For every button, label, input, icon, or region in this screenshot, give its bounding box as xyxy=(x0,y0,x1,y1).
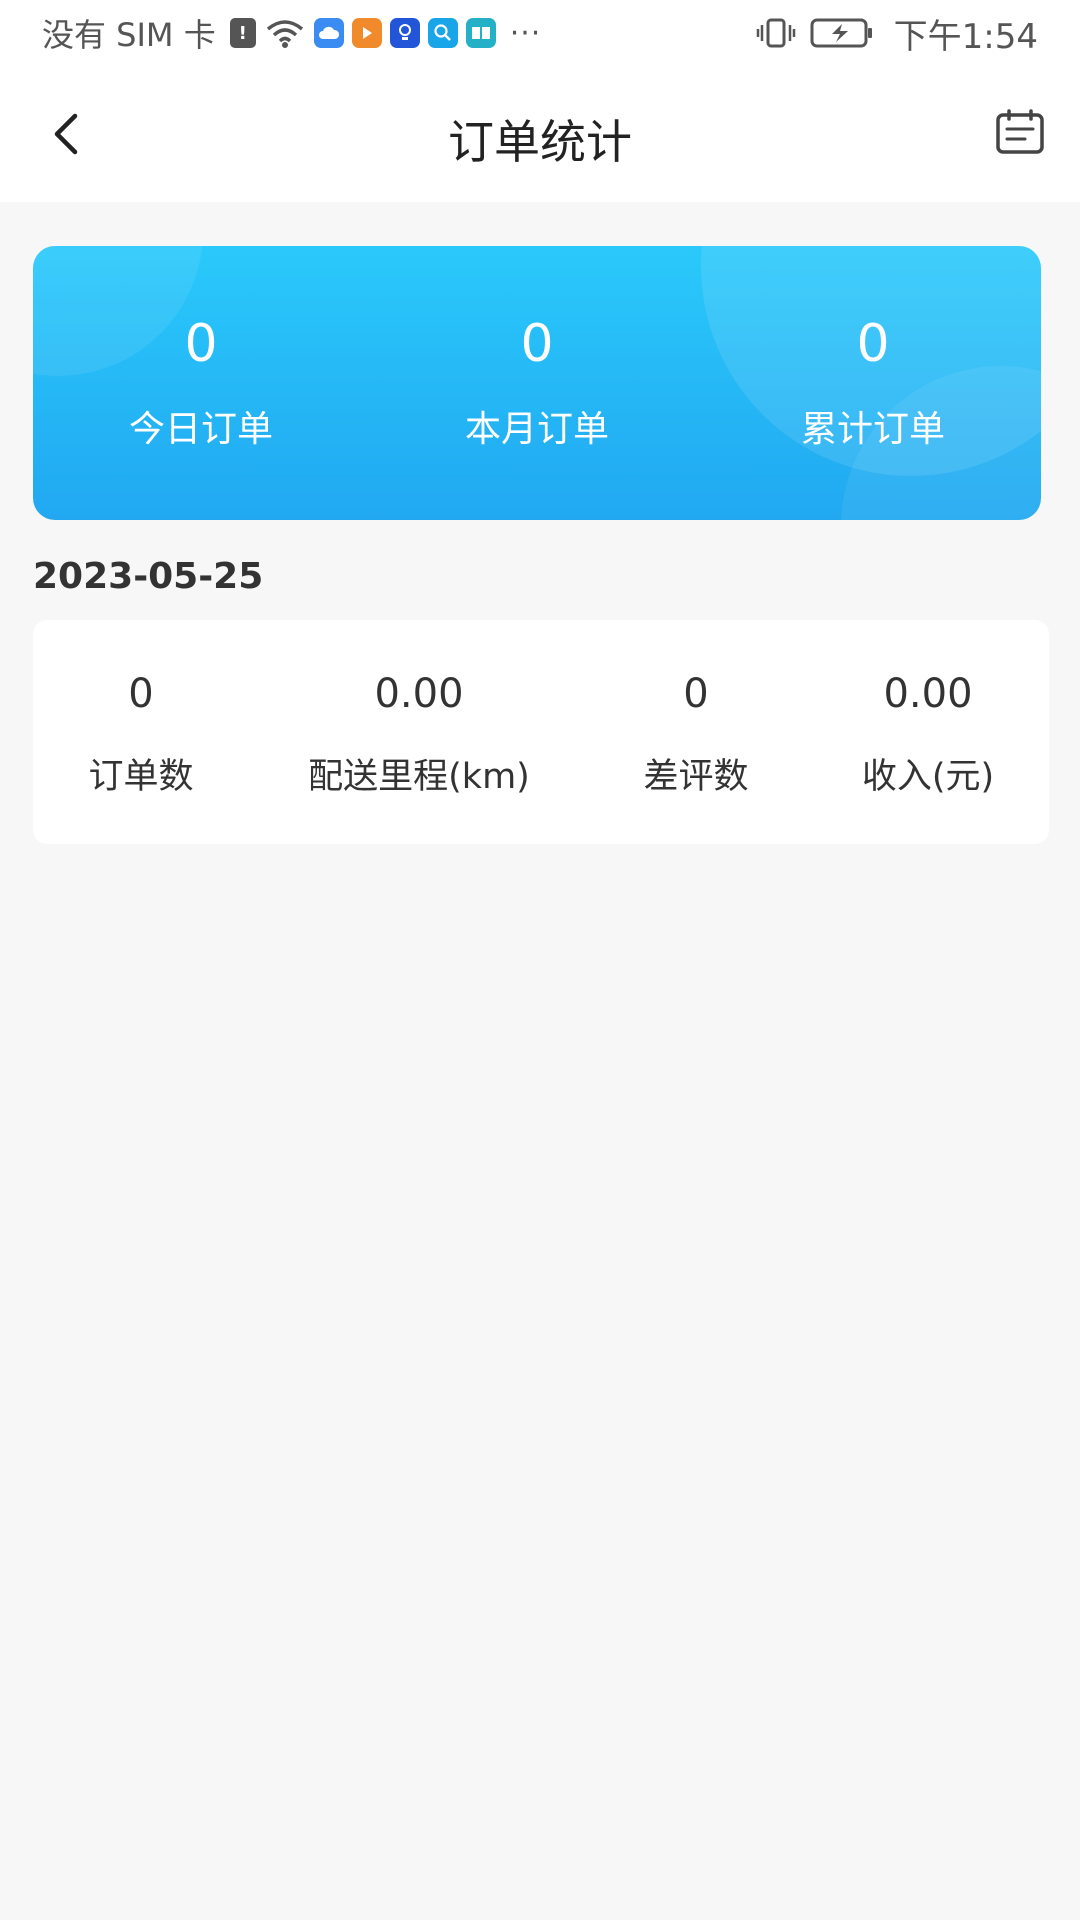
order-count-value: 0 xyxy=(128,671,154,717)
status-bar: 没有 SIM 卡 ! ··· 下午1:54 xyxy=(0,0,1080,66)
summary-row: 0 今日订单 0 本月订单 0 累计订单 xyxy=(33,246,1041,520)
stat-distance: 0.00 配送里程(km) xyxy=(308,672,530,799)
stat-bad-reviews: 0 差评数 xyxy=(643,672,748,799)
cloud-icon xyxy=(313,18,344,48)
month-orders-label: 本月订单 xyxy=(464,409,609,450)
income-label: 收入(元) xyxy=(861,757,995,797)
status-left: 没有 SIM 卡 ! ··· xyxy=(42,10,541,56)
alert-icon: ! xyxy=(229,18,256,48)
video-icon xyxy=(351,18,382,48)
calendar-button[interactable] xyxy=(990,102,1050,162)
book-icon xyxy=(465,18,496,48)
clock: 下午1:54 xyxy=(893,16,1038,57)
bulb-icon xyxy=(389,18,420,48)
wifi-icon xyxy=(266,20,303,48)
stat-income: 0.00 收入(元) xyxy=(862,672,994,799)
stat-order-count: 0 订单数 xyxy=(88,672,193,799)
today-orders-label: 今日订单 xyxy=(128,409,273,450)
income-value: 0.00 xyxy=(883,671,973,717)
summary-today: 0 今日订单 xyxy=(33,246,369,520)
calendar-icon xyxy=(996,109,1044,154)
order-summary-card: 0 今日订单 0 本月订单 0 累计订单 xyxy=(33,246,1041,520)
carrier-label: 没有 SIM 卡 xyxy=(42,16,216,54)
search-app-icon xyxy=(427,18,458,48)
bad-reviews-value: 0 xyxy=(683,671,709,717)
total-orders-value: 0 xyxy=(856,314,890,374)
bad-reviews-label: 差评数 xyxy=(643,757,749,797)
total-orders-label: 累计订单 xyxy=(800,409,945,450)
status-right: 下午1:54 xyxy=(756,9,1038,58)
more-notifications-icon: ··· xyxy=(509,15,542,51)
stats-date: 2023-05-25 xyxy=(33,556,264,597)
battery-charging-icon xyxy=(810,18,872,48)
distance-label: 配送里程(km) xyxy=(308,757,530,797)
page-title: 订单统计 xyxy=(448,115,632,169)
distance-value: 0.00 xyxy=(374,671,464,717)
today-orders-value: 0 xyxy=(184,314,218,374)
order-count-label: 订单数 xyxy=(88,757,194,797)
daily-stats-card: 0 订单数 0.00 配送里程(km) 0 差评数 0.00 收入(元) xyxy=(33,620,1049,844)
summary-month: 0 本月订单 xyxy=(369,246,705,520)
app-header: 订单统计 xyxy=(0,66,1080,202)
month-orders-value: 0 xyxy=(520,314,554,374)
summary-total: 0 累计订单 xyxy=(705,246,1041,520)
vibrate-icon xyxy=(756,18,795,48)
